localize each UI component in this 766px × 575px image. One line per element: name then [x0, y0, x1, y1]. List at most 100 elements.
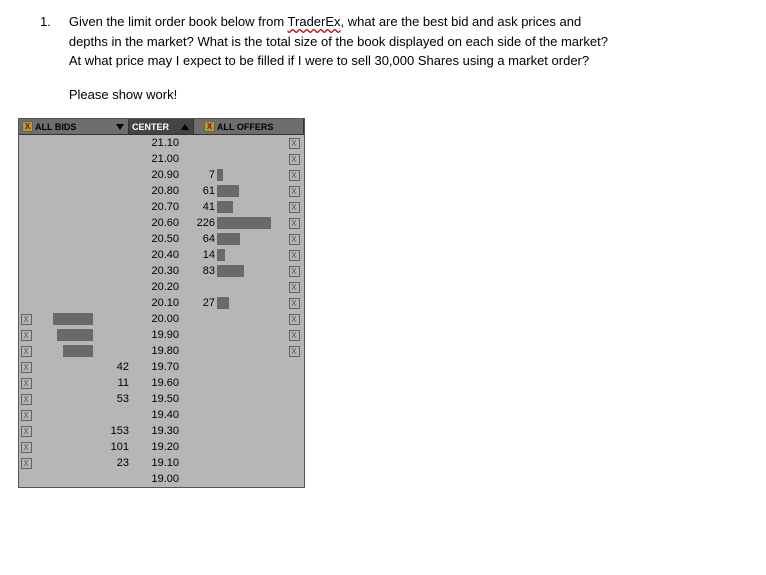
price: 19.50 — [135, 391, 183, 407]
bid-bar-cell — [33, 391, 93, 407]
close-icon[interactable]: X — [289, 234, 300, 245]
row-close-right[interactable]: X — [287, 343, 301, 359]
book-row: 20.20X — [19, 279, 304, 295]
bid-bar-cell — [33, 295, 93, 311]
row-close-left[interactable]: X — [19, 311, 33, 327]
price: 20.60 — [135, 215, 183, 231]
row-close-right — [287, 391, 301, 407]
close-icon[interactable]: X — [289, 266, 300, 277]
row-close-right[interactable]: X — [287, 231, 301, 247]
row-close-right[interactable]: X — [287, 135, 301, 151]
bid-depth-bar — [63, 345, 93, 357]
ask-bar-cell — [217, 471, 287, 487]
close-icon[interactable]: X — [21, 442, 32, 453]
bid-bar-cell — [33, 343, 93, 359]
ask-bar-cell — [217, 247, 287, 263]
book-row: 20.1027X — [19, 295, 304, 311]
header-center[interactable]: CENTER — [129, 119, 194, 135]
close-icon[interactable]: X — [21, 378, 32, 389]
price: 20.90 — [135, 167, 183, 183]
bid-bar-cell — [33, 167, 93, 183]
row-close-left[interactable]: X — [19, 407, 33, 423]
ask-bar-cell — [217, 151, 287, 167]
close-icon[interactable]: X — [289, 298, 300, 309]
close-icon[interactable]: X — [289, 138, 300, 149]
row-close-right[interactable]: X — [287, 311, 301, 327]
close-icon[interactable]: X — [289, 314, 300, 325]
book-row: X2319.10 — [19, 455, 304, 471]
header-offers[interactable]: X ALL OFFERS — [194, 119, 304, 135]
row-close-left — [19, 295, 33, 311]
close-icon[interactable]: X — [21, 362, 32, 373]
close-icon[interactable]: X — [21, 410, 32, 421]
book-row: 20.907X — [19, 167, 304, 183]
bid-depth — [93, 135, 135, 151]
row-close-right[interactable]: X — [287, 183, 301, 199]
close-icon[interactable]: X — [289, 250, 300, 261]
row-close-right[interactable]: X — [287, 151, 301, 167]
book-row: X5319.50 — [19, 391, 304, 407]
bid-depth — [93, 183, 135, 199]
close-icon[interactable]: X — [289, 282, 300, 293]
header-center-label: CENTER — [132, 119, 169, 135]
row-close-right[interactable]: X — [287, 247, 301, 263]
close-icon[interactable]: X — [289, 202, 300, 213]
row-close-right[interactable]: X — [287, 295, 301, 311]
close-icon[interactable]: X — [21, 314, 32, 325]
ask-bar-cell — [217, 167, 287, 183]
q-line1b: , what are the best bid and ask prices a… — [341, 14, 582, 29]
row-close-left[interactable]: X — [19, 423, 33, 439]
ask-bar-cell — [217, 231, 287, 247]
row-close-right[interactable]: X — [287, 199, 301, 215]
row-close-left[interactable]: X — [19, 375, 33, 391]
chevron-up-icon[interactable] — [181, 124, 189, 130]
bid-depth — [93, 327, 135, 343]
close-icon[interactable]: X — [289, 170, 300, 181]
price: 20.80 — [135, 183, 183, 199]
ask-depth — [183, 391, 217, 407]
price: 20.40 — [135, 247, 183, 263]
bid-bar-cell — [33, 279, 93, 295]
book-row: 20.7041X — [19, 199, 304, 215]
row-close-left[interactable]: X — [19, 391, 33, 407]
price: 19.40 — [135, 407, 183, 423]
row-close-left[interactable]: X — [19, 455, 33, 471]
chevron-down-icon[interactable] — [116, 124, 124, 130]
close-icon[interactable]: X — [22, 121, 33, 132]
row-close-right[interactable]: X — [287, 215, 301, 231]
price: 20.70 — [135, 199, 183, 215]
close-icon[interactable]: X — [21, 346, 32, 357]
close-icon[interactable]: X — [289, 154, 300, 165]
row-close-right[interactable]: X — [287, 167, 301, 183]
row-close-right — [287, 439, 301, 455]
header-bids[interactable]: X ALL BIDS — [19, 119, 129, 135]
close-icon[interactable]: X — [289, 330, 300, 341]
close-icon[interactable]: X — [21, 330, 32, 341]
close-icon[interactable]: X — [204, 121, 215, 132]
ask-depth — [183, 407, 217, 423]
close-icon[interactable]: X — [21, 458, 32, 469]
row-close-left — [19, 247, 33, 263]
row-close-left[interactable]: X — [19, 439, 33, 455]
row-close-left[interactable]: X — [19, 343, 33, 359]
close-icon[interactable]: X — [21, 426, 32, 437]
bid-depth — [93, 295, 135, 311]
row-close-right[interactable]: X — [287, 279, 301, 295]
bid-bar-cell — [33, 327, 93, 343]
book-row: 21.00X — [19, 151, 304, 167]
row-close-left — [19, 279, 33, 295]
close-icon[interactable]: X — [289, 218, 300, 229]
close-icon[interactable]: X — [289, 346, 300, 357]
ask-depth-bar — [217, 233, 240, 245]
price: 19.00 — [135, 471, 183, 487]
row-close-left[interactable]: X — [19, 327, 33, 343]
ask-depth — [183, 423, 217, 439]
close-icon[interactable]: X — [289, 186, 300, 197]
row-close-left[interactable]: X — [19, 359, 33, 375]
header-offers-label: ALL OFFERS — [217, 119, 273, 135]
row-close-right — [287, 455, 301, 471]
row-close-right[interactable]: X — [287, 327, 301, 343]
price: 20.30 — [135, 263, 183, 279]
row-close-right[interactable]: X — [287, 263, 301, 279]
close-icon[interactable]: X — [21, 394, 32, 405]
